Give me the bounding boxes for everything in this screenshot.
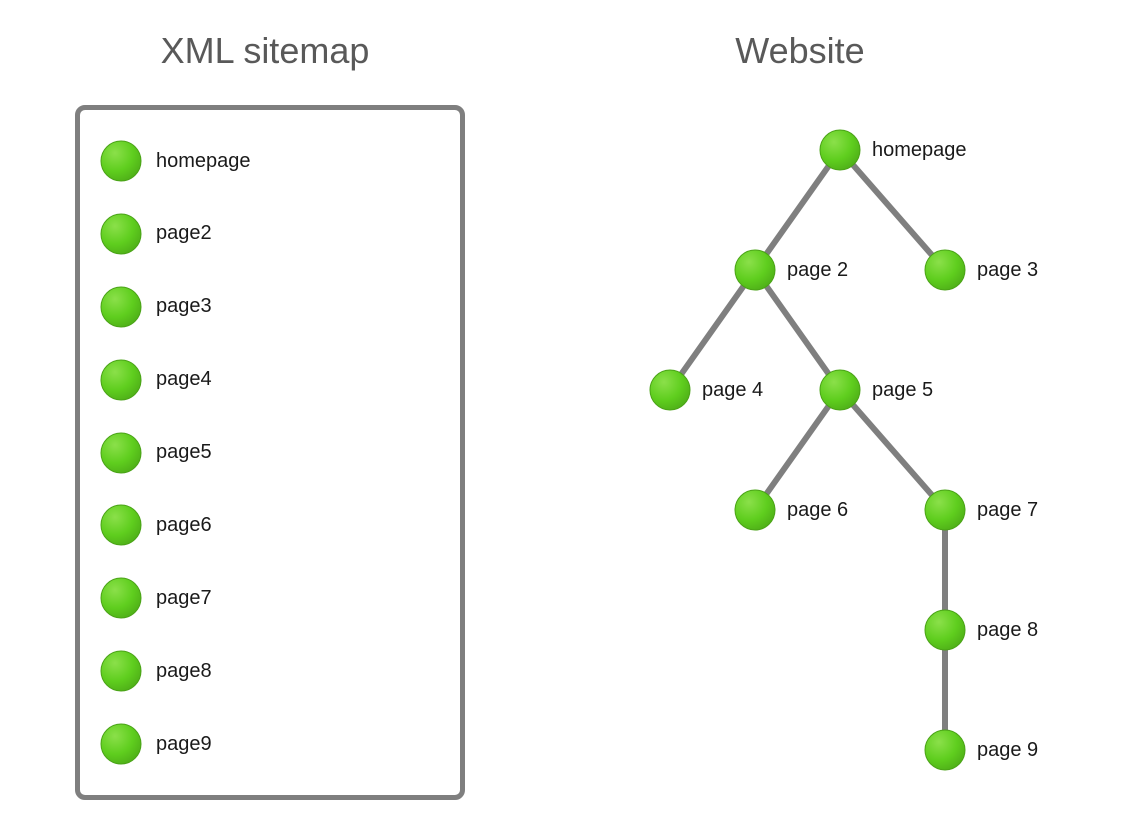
- page-node-icon: [100, 359, 142, 401]
- tree-svg: [590, 110, 1110, 810]
- tree-node-label: page 9: [977, 739, 1038, 762]
- page-node-icon: [100, 432, 142, 474]
- sitemap-item-label: page5: [156, 441, 212, 464]
- page-node-icon: [100, 213, 142, 255]
- tree-node-icon: [735, 250, 775, 290]
- sitemap-item-label: page7: [156, 587, 212, 610]
- sitemap-item: page4: [100, 359, 440, 401]
- page-node-icon: [100, 504, 142, 546]
- sitemap-item-label: page3: [156, 295, 212, 318]
- tree-node-icon: [735, 490, 775, 530]
- tree-node-label: page 5: [872, 379, 933, 402]
- sitemap-item-label: page6: [156, 514, 212, 537]
- page-node-icon: [100, 140, 142, 182]
- tree-edge: [853, 165, 932, 255]
- sitemap-item: page5: [100, 432, 440, 474]
- tree-edge: [767, 286, 829, 373]
- sitemap-item: page9: [100, 723, 440, 765]
- tree-node-label: page 4: [702, 379, 763, 402]
- tree-node-icon: [820, 130, 860, 170]
- tree-node-label: page 6: [787, 499, 848, 522]
- website-title: Website: [720, 30, 880, 72]
- sitemap-item: homepage: [100, 140, 440, 182]
- diagram-canvas: XML sitemap Website homepage page2 page3 pa…: [0, 0, 1147, 840]
- sitemap-item: page2: [100, 213, 440, 255]
- sitemap-item-label: homepage: [156, 150, 251, 173]
- sitemap-item-label: page8: [156, 660, 212, 683]
- page-node-icon: [100, 650, 142, 692]
- sitemap-list: homepage page2 page3 page4 page5 page6 page7 pa…: [100, 140, 440, 765]
- tree-edge: [853, 405, 932, 495]
- tree-node-label: page 8: [977, 619, 1038, 642]
- website-tree: homepage page 2 page 3 page 4 page 5 page 6 pa…: [590, 110, 1110, 810]
- page-node-icon: [100, 286, 142, 328]
- tree-node-icon: [925, 730, 965, 770]
- tree-node-label: page 2: [787, 259, 848, 282]
- tree-edge: [682, 286, 744, 373]
- page-node-icon: [100, 577, 142, 619]
- sitemap-item-label: page4: [156, 368, 212, 391]
- sitemap-item-label: page2: [156, 222, 212, 245]
- tree-node-icon: [820, 370, 860, 410]
- tree-node-icon: [650, 370, 690, 410]
- sitemap-item: page3: [100, 286, 440, 328]
- page-node-icon: [100, 723, 142, 765]
- tree-edge: [767, 406, 829, 493]
- tree-node-icon: [925, 490, 965, 530]
- tree-node-label: homepage: [872, 139, 967, 162]
- sitemap-title: XML sitemap: [150, 30, 380, 72]
- sitemap-item: page6: [100, 504, 440, 546]
- sitemap-item-label: page9: [156, 733, 212, 756]
- sitemap-item: page7: [100, 577, 440, 619]
- tree-node-icon: [925, 250, 965, 290]
- tree-node-icon: [925, 610, 965, 650]
- tree-edge: [767, 166, 829, 253]
- sitemap-item: page8: [100, 650, 440, 692]
- tree-node-label: page 3: [977, 259, 1038, 282]
- tree-node-label: page 7: [977, 499, 1038, 522]
- sitemap-box: homepage page2 page3 page4 page5 page6 page7 pa…: [75, 105, 465, 800]
